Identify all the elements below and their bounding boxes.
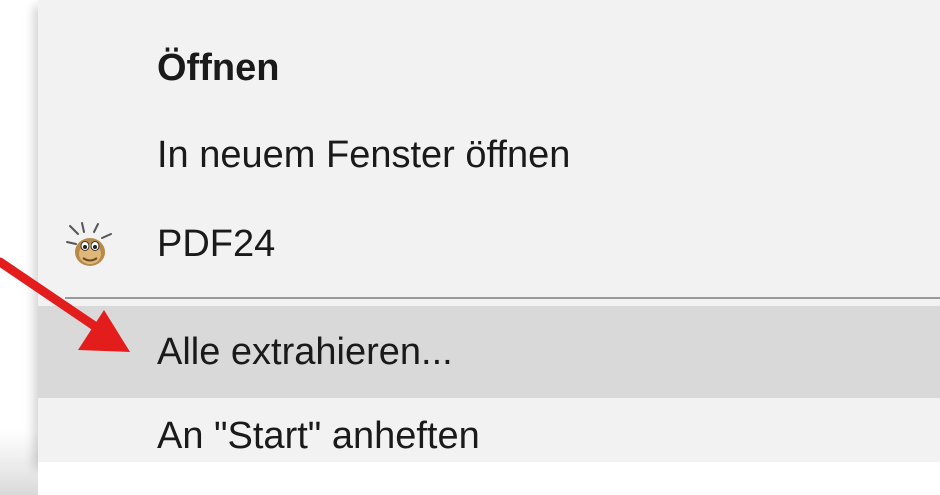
menu-item-label: In neuem Fenster öffnen: [157, 134, 571, 176]
menu-item-open[interactable]: Öffnen: [38, 22, 940, 114]
screenshot-page: Öffnen In neuem Fenster öffnen PDF24 All…: [0, 0, 940, 495]
menu-item-label: An "Start" anheften: [157, 415, 480, 457]
context-menu: Öffnen In neuem Fenster öffnen PDF24 All…: [38, 0, 940, 462]
pdf24-icon: [64, 220, 116, 272]
menu-item-pin-to-start[interactable]: An "Start" anheften: [38, 390, 940, 462]
menu-item-label: PDF24: [157, 223, 276, 265]
menu-item-pdf24[interactable]: PDF24: [38, 198, 940, 290]
menu-item-extract-all[interactable]: Alle extrahieren...: [38, 306, 940, 398]
menu-separator: [65, 297, 940, 299]
menu-item-label: Alle extrahieren...: [157, 331, 453, 373]
menu-item-label: Öffnen: [157, 47, 280, 89]
menu-item-open-new-window[interactable]: In neuem Fenster öffnen: [38, 109, 940, 201]
cropped-region: [38, 462, 940, 495]
